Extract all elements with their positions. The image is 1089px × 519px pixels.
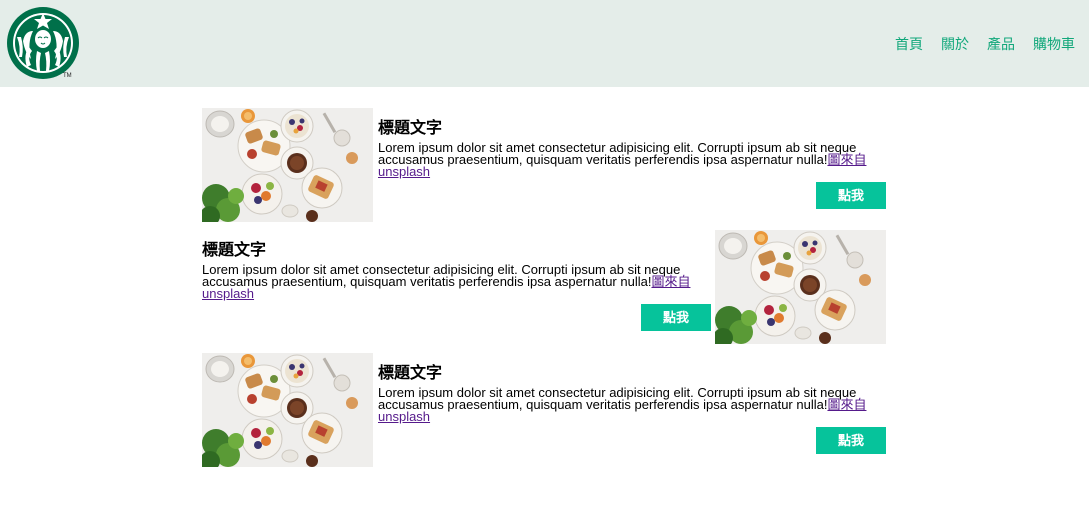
card-body-text: Lorem ipsum dolor sit amet consectetur a… — [378, 140, 857, 167]
card-body-text: Lorem ipsum dolor sit amet consectetur a… — [202, 262, 681, 289]
card-title: 標題文字 — [202, 242, 267, 259]
nav-item-about[interactable]: 關於 — [941, 36, 969, 52]
siren-logo-svg — [7, 7, 79, 79]
trademark-mark: TM — [63, 73, 72, 79]
card-body: Lorem ipsum dolor sit amet consectetur a… — [378, 140, 883, 178]
card-title: 標題文字 — [378, 120, 443, 137]
card-body: Lorem ipsum dolor sit amet consectetur a… — [378, 385, 883, 423]
card-text: 標題文字 Lorem ipsum dolor sit amet consecte… — [202, 240, 707, 300]
nav-item-home[interactable]: 首頁 — [895, 36, 923, 52]
click-me-button[interactable]: 點我 — [816, 182, 886, 209]
card-1: 標題文字 Lorem ipsum dolor sit amet consecte… — [202, 108, 886, 222]
nav-item-products[interactable]: 產品 — [987, 36, 1015, 52]
card-text: 標題文字 Lorem ipsum dolor sit amet consecte… — [378, 118, 883, 178]
card-3: 標題文字 Lorem ipsum dolor sit amet consecte… — [202, 353, 886, 467]
card-2: 標題文字 Lorem ipsum dolor sit amet consecte… — [202, 230, 886, 344]
starbucks-logo-icon[interactable] — [7, 7, 79, 79]
food-photo-image — [202, 353, 373, 467]
card-body: Lorem ipsum dolor sit amet consectetur a… — [202, 262, 707, 300]
food-photo-image — [202, 108, 373, 222]
card-text: 標題文字 Lorem ipsum dolor sit amet consecte… — [378, 363, 883, 423]
site-header: TM 首頁 關於 產品 購物車 — [0, 0, 1089, 87]
nav-item-cart[interactable]: 購物車 — [1033, 36, 1075, 52]
card-title: 標題文字 — [378, 365, 443, 382]
card-body-text: Lorem ipsum dolor sit amet consectetur a… — [378, 385, 857, 412]
click-me-button[interactable]: 點我 — [641, 304, 711, 331]
main-nav: 首頁 關於 產品 購物車 — [877, 36, 1075, 52]
click-me-button[interactable]: 點我 — [816, 427, 886, 454]
food-photo-image — [715, 230, 886, 344]
